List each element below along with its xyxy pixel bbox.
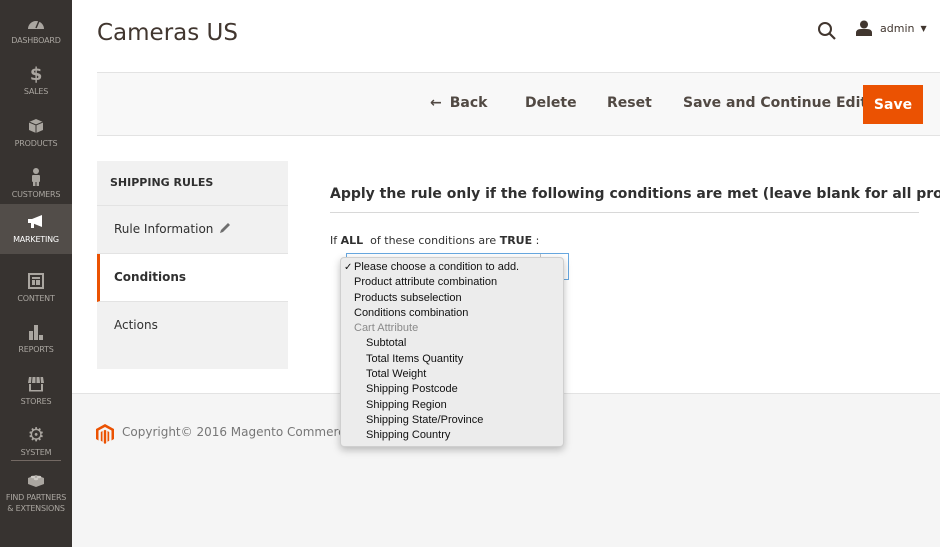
save-button[interactable]: Save [863, 85, 923, 124]
person-icon [27, 168, 45, 186]
dropdown-option[interactable]: Product attribute combination [341, 275, 563, 290]
nav-dashboard[interactable]: DASHBOARD [0, 4, 72, 56]
dropdown-option[interactable]: Total Items Quantity [341, 352, 563, 367]
tab-actions-label: Actions [114, 318, 158, 332]
chevron-down-icon: ▼ [920, 23, 927, 33]
dropdown-option[interactable]: Shipping State/Province [341, 413, 563, 428]
conditions-heading: Apply the rule only if the following con… [330, 186, 940, 202]
nav-customers-label: CUSTOMERS [11, 190, 61, 199]
condition-dropdown-menu[interactable]: ✓ Please choose a condition to add. Produc… [340, 257, 564, 447]
search-icon[interactable] [817, 21, 837, 41]
back-label: Back [449, 95, 488, 111]
sidebar-divider [11, 460, 61, 461]
dropdown-optgroup-label: Cart Attribute [341, 321, 563, 336]
dollar-icon: $ [29, 63, 43, 85]
tabs-title: SHIPPING RULES [97, 161, 288, 206]
nav-sales[interactable]: $ SALES [0, 55, 72, 107]
suffix-text: : [535, 234, 540, 247]
nav-marketing-label: MARKETING [13, 235, 59, 244]
middle-text: of these conditions are [370, 234, 497, 247]
checkmark-icon: ✓ [344, 262, 353, 273]
user-menu[interactable]: admin ▼ [856, 20, 927, 36]
nav-stores[interactable]: STORES [0, 365, 72, 417]
nav-content-label: CONTENT [17, 294, 55, 303]
user-icon [856, 20, 872, 36]
dropdown-option[interactable]: Total Weight [341, 367, 563, 382]
dropdown-option[interactable]: ✓ Please choose a condition to add. [341, 260, 563, 275]
tab-conditions[interactable]: Conditions [97, 254, 288, 302]
dropdown-option[interactable]: Conditions combination [341, 306, 563, 321]
tab-rule-information[interactable]: Rule Information [97, 206, 288, 254]
page-title: Cameras US [97, 20, 238, 46]
conditions-rule-line: If ALL of these conditions are TRUE : [330, 234, 539, 247]
box-icon [27, 117, 45, 135]
dropdown-option[interactable]: Shipping Region [341, 398, 563, 413]
pencil-icon [219, 222, 231, 237]
if-text: If [330, 234, 338, 247]
megaphone-icon [27, 213, 45, 231]
nav-content[interactable]: CONTENT [0, 262, 72, 314]
nav-marketing[interactable]: MARKETING [0, 204, 72, 254]
tab-conditions-label: Conditions [114, 270, 187, 284]
delete-button[interactable]: Delete [525, 95, 577, 111]
nav-find-partners-label-1: FIND PARTNERS [5, 492, 67, 502]
magento-logo-icon [96, 424, 114, 448]
nav-sales-label: SALES [23, 87, 49, 96]
save-continue-button[interactable]: Save and Continue Edit [683, 95, 867, 111]
dropdown-option-label: Shipping Region [366, 398, 447, 411]
nav-stores-label: STORES [20, 397, 52, 406]
dropdown-option-label: Please choose a condition to add. [354, 261, 520, 273]
dropdown-option[interactable]: Shipping Country [341, 428, 563, 443]
dropdown-option[interactable]: Shipping Postcode [341, 382, 563, 397]
nav-reports-label: REPORTS [18, 345, 54, 354]
tab-actions[interactable]: Actions [97, 302, 288, 350]
dropdown-option-label: Cart Attribute [354, 322, 419, 335]
nav-dashboard-label: DASHBOARD [11, 36, 61, 45]
reset-button[interactable]: Reset [607, 95, 652, 111]
lego-brick-icon [27, 471, 45, 489]
nav-customers[interactable]: CUSTOMERS [0, 158, 72, 210]
dropdown-option-label: Shipping State/Province [366, 413, 484, 426]
page-actions-bar: ← Back Delete Reset Save and Continue Edi… [97, 72, 940, 136]
bar-chart-icon [27, 323, 45, 341]
dashboard-icon [27, 14, 45, 32]
storefront-icon [27, 375, 45, 393]
dropdown-option-label: Product attribute combination [354, 276, 498, 289]
value-toggle[interactable]: TRUE [500, 234, 532, 247]
dropdown-option-label: Shipping Postcode [366, 383, 458, 396]
tab-rule-information-label: Rule Information [114, 222, 214, 236]
layout-icon [27, 272, 45, 290]
nav-find-partners[interactable]: FIND PARTNERS & EXTENSIONS [0, 466, 72, 518]
username: admin [880, 21, 915, 35]
nav-system-label: SYSTEM [20, 448, 52, 457]
shipping-rules-tabs: SHIPPING RULES Rule Information Conditio… [97, 161, 288, 369]
nav-reports[interactable]: REPORTS [0, 313, 72, 365]
back-button[interactable]: ← Back [430, 95, 487, 111]
dropdown-option-label: Shipping Country [366, 429, 451, 442]
heading-divider [330, 212, 919, 213]
dropdown-option-label: Total Weight [366, 368, 427, 381]
dropdown-option-label: Products subselection [354, 291, 462, 304]
dropdown-option[interactable]: Subtotal [341, 336, 563, 351]
aggregator-toggle[interactable]: ALL [341, 234, 364, 247]
gear-icon: ⚙ [27, 423, 45, 446]
dropdown-option-label: Conditions combination [354, 306, 469, 319]
admin-sidebar: DASHBOARD $ SALES PRODUCTS CUSTOMERS MAR… [0, 0, 72, 547]
dropdown-option-label: Total Items Quantity [366, 352, 464, 365]
nav-products-label: PRODUCTS [14, 139, 58, 148]
dropdown-option[interactable]: Products subselection [341, 291, 563, 306]
nav-products[interactable]: PRODUCTS [0, 107, 72, 159]
nav-find-partners-label-2: & EXTENSIONS [7, 503, 65, 513]
dropdown-option-label: Subtotal [366, 337, 407, 350]
arrow-left-icon: ← [430, 95, 442, 111]
